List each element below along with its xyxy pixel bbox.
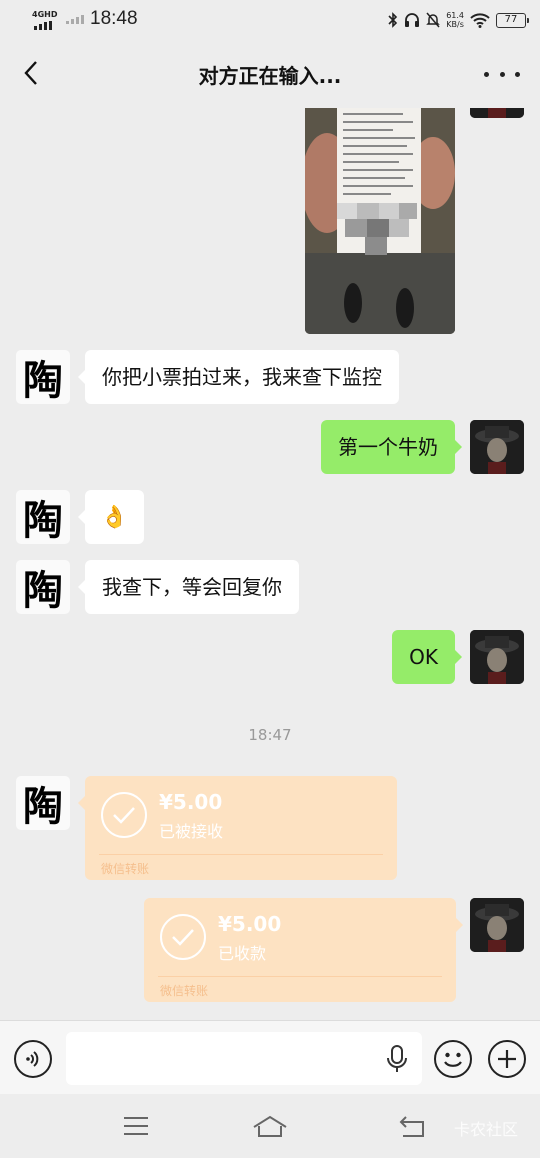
more-dot-icon [499, 71, 505, 77]
message-bubble-outgoing[interactable]: OK [392, 630, 462, 684]
net-speed-value: 61.4 [446, 11, 464, 20]
message-input-bar [0, 1020, 540, 1094]
net-speed-unit: KB/s [446, 20, 464, 29]
home-icon [253, 1115, 287, 1137]
chat-header: 对方正在输入... [0, 40, 540, 108]
message-bubble-incoming[interactable]: 我查下，等会回复你 [78, 560, 299, 614]
transfer-status: 已收款 [218, 944, 267, 963]
mute-icon [426, 12, 440, 28]
back-nav-button[interactable] [392, 1108, 432, 1144]
message-input[interactable] [66, 1032, 422, 1085]
voice-input-button[interactable] [14, 1040, 52, 1078]
recent-apps-button[interactable] [116, 1108, 156, 1144]
my-avatar[interactable] [470, 420, 524, 474]
bluetooth-icon [388, 12, 398, 28]
smiley-icon [444, 1052, 462, 1067]
contact-avatar[interactable]: 陶 [16, 776, 70, 830]
message-bubble-incoming[interactable]: 你把小票拍过来，我来查下监控 [78, 350, 399, 404]
home-button[interactable] [250, 1108, 290, 1144]
system-navigation-bar: 卡农社区 [0, 1094, 540, 1158]
avatar-image [470, 898, 524, 952]
more-dot-icon [484, 71, 489, 77]
my-avatar[interactable] [470, 630, 524, 684]
secondary-signal-icon [66, 15, 84, 24]
transfer-label: 微信转账 [101, 862, 150, 876]
message-timestamp: 18:47 [248, 726, 292, 744]
transfer-label: 微信转账 [160, 984, 209, 998]
status-bar: 4GHD 18:48 61.4 KB/s 77 [0, 0, 540, 40]
ok-hand-emoji: 👌 [100, 505, 129, 530]
transfer-amount: ¥5.00 [159, 790, 223, 814]
status-time: 18:48 [90, 8, 138, 29]
page-title: 对方正在输入... [198, 64, 342, 88]
check-circle-icon [160, 914, 206, 960]
transfer-divider [158, 976, 442, 977]
check-circle-icon [101, 792, 147, 838]
microphone-icon[interactable] [384, 1044, 410, 1074]
plus-icon [498, 1050, 516, 1068]
transfer-status: 已被接收 [159, 822, 224, 841]
more-options-button[interactable] [484, 62, 520, 86]
back-arrow-icon [399, 1116, 424, 1137]
avatar-char: 陶 [23, 783, 63, 830]
contact-avatar[interactable]: 陶 [16, 350, 70, 404]
voice-wave-icon [26, 1051, 39, 1067]
contact-avatar[interactable]: 陶 [16, 490, 70, 544]
headphones-icon [405, 13, 420, 27]
cellular-signal-icon: 4GHD [32, 10, 58, 30]
watermark-text: 卡农社区 [453, 1120, 518, 1139]
transfer-amount: ¥5.00 [218, 912, 282, 936]
battery-icon: 77 [496, 12, 529, 28]
transfer-divider [99, 854, 383, 855]
menu-icon [124, 1117, 148, 1135]
network-speed: 61.4 KB/s [446, 11, 464, 29]
chevron-left-icon [24, 61, 37, 85]
receipt-photo-message[interactable] [305, 108, 455, 334]
emoji-message-bubble[interactable]: 👌 [78, 490, 144, 544]
more-functions-button[interactable] [488, 1040, 526, 1078]
receipt-photo-image [305, 108, 455, 334]
avatar-image [470, 630, 524, 684]
my-avatar[interactable] [470, 898, 524, 952]
my-avatar[interactable] [470, 108, 524, 118]
wifi-icon [470, 13, 490, 28]
contact-avatar[interactable]: 陶 [16, 560, 70, 614]
avatar-char: 陶 [23, 567, 63, 614]
avatar-char: 陶 [23, 357, 63, 404]
transfer-card-outgoing[interactable]: ¥5.00 已收款 微信转账 [144, 898, 463, 1002]
avatar-image [470, 108, 524, 118]
more-dot-icon [515, 71, 520, 77]
emoji-button[interactable] [434, 1040, 472, 1078]
avatar-char: 陶 [23, 497, 63, 544]
transfer-card-incoming[interactable]: ¥5.00 已被接收 微信转账 [78, 776, 397, 880]
back-button[interactable] [16, 58, 46, 88]
network-type-label: 4GHD [32, 10, 58, 19]
chat-messages[interactable]: 陶 你把小票拍过来，我来查下监控 第一个牛奶 陶 👌 陶 我查下，等会回复你 O… [0, 108, 540, 1020]
message-bubble-outgoing[interactable]: 第一个牛奶 [321, 420, 462, 474]
avatar-image [470, 420, 524, 474]
